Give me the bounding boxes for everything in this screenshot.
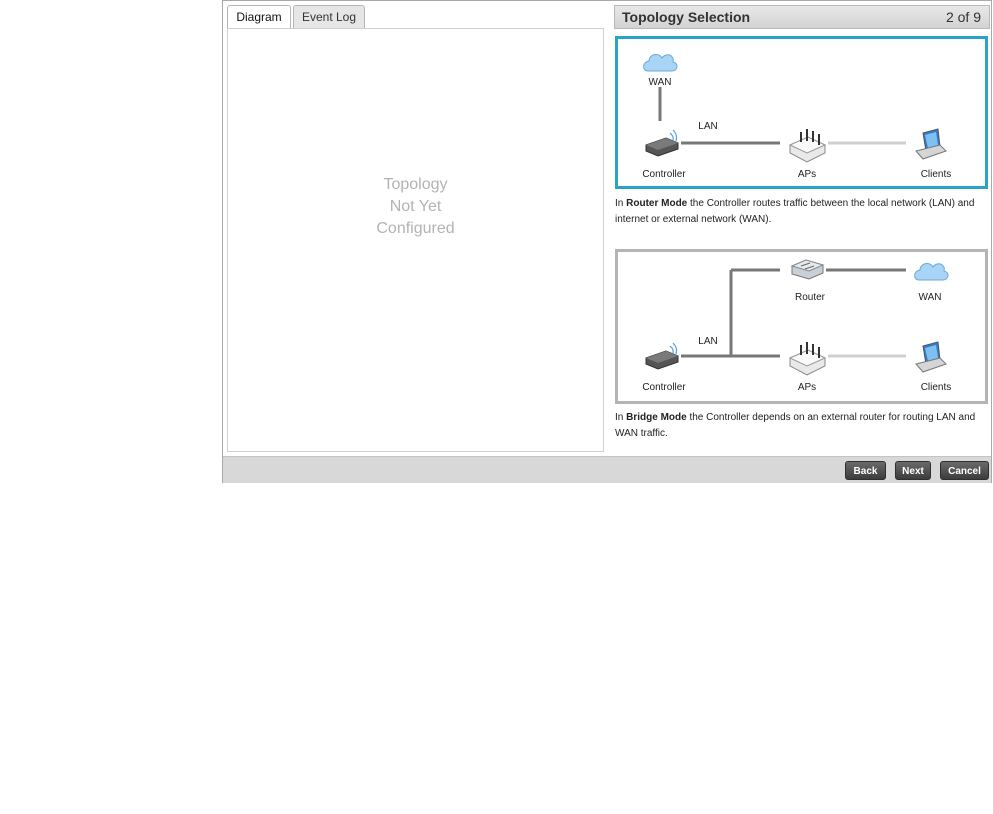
controller-label: Controller [642, 382, 686, 393]
clients-label: Clients [920, 382, 952, 393]
router-mode-term: Router Mode [626, 198, 688, 209]
bridge-mode-term: Bridge Mode [626, 412, 687, 423]
controller-icon [645, 342, 679, 370]
wan-label: WAN [918, 292, 942, 303]
router-label: Router [794, 292, 825, 303]
controller-icon [645, 129, 679, 157]
clients-label: Clients [920, 169, 952, 180]
desc-prefix: In [615, 412, 627, 423]
wizard-header: Topology Selection 2 of 9 [614, 5, 990, 29]
empty-message-line: Configured [376, 220, 455, 237]
tab-diagram[interactable]: Diagram [227, 5, 291, 30]
bridge-mode-option[interactable]: Router WAN LAN Controller APs Clients [615, 249, 988, 404]
setup-wizard-window: Diagram Event Log Topology Not Yet Confi… [222, 0, 992, 483]
aps-label: APs [797, 169, 817, 180]
lan-label: LAN [698, 336, 718, 347]
bridge-mode-description: In Bridge Mode the Controller depends on… [615, 410, 987, 442]
desc-prefix: In [615, 198, 627, 209]
empty-message-line: Not Yet [389, 198, 442, 215]
cloud-icon [914, 262, 949, 281]
laptop-icon [915, 128, 947, 160]
empty-message-line: Topology [383, 176, 448, 193]
cancel-button[interactable]: Cancel [940, 461, 989, 480]
back-button[interactable]: Back [845, 461, 886, 480]
topology-selection-panel: Topology Selection 2 of 9 WAN LAN Contro… [612, 1, 992, 456]
page-title: Topology Selection [622, 9, 751, 25]
wan-label: WAN [648, 77, 672, 88]
laptop-icon [915, 341, 947, 373]
empty-diagram-message: Topology Not Yet Configured [228, 174, 603, 240]
bridge-mode-diagram [645, 259, 949, 376]
topology-diagram-area: Diagram Event Log Topology Not Yet Confi… [223, 1, 607, 456]
step-indicator: 2 of 9 [945, 9, 981, 25]
aps-label: APs [797, 382, 817, 393]
router-mode-description: In Router Mode the Controller routes tra… [615, 196, 987, 228]
router-mode-diagram [643, 53, 947, 163]
router-icon [790, 259, 825, 280]
router-mode-option[interactable]: WAN LAN Controller APs Clients [615, 36, 988, 189]
next-button[interactable]: Next [895, 461, 931, 480]
lan-label: LAN [698, 121, 718, 132]
wizard-footer: Back Next Cancel [223, 456, 991, 483]
tab-event-log[interactable]: Event Log [293, 5, 365, 29]
access-point-icon [788, 342, 827, 376]
controller-label: Controller [642, 169, 686, 180]
diagram-panel: Topology Not Yet Configured [227, 28, 604, 452]
access-point-icon [788, 129, 827, 163]
cloud-icon [643, 53, 678, 72]
